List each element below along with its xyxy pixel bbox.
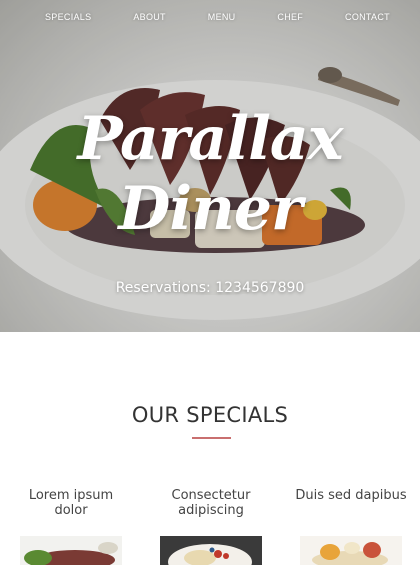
special-name: Consectetur adipiscing (171, 488, 251, 518)
nav-chef[interactable]: CHEF (277, 12, 303, 22)
nav-menu[interactable]: MENU (208, 12, 236, 22)
nav-contact[interactable]: CONTACT (345, 12, 390, 22)
nav-about[interactable]: ABOUT (133, 12, 166, 22)
reservations-text: Reservations: 1234567890 (115, 280, 305, 296)
special-photo (20, 536, 122, 565)
hero-title: Parallax Diner (77, 104, 343, 244)
top-nav: SPECIALS ABOUT MENU CHEF CONTACT (0, 0, 420, 34)
heading-underline (192, 437, 231, 439)
special-card[interactable]: Lorem ipsum dolor (11, 488, 131, 565)
special-photo (160, 536, 262, 565)
special-name: Lorem ipsum dolor (28, 488, 114, 518)
special-card[interactable]: Duis sed dapibus (291, 488, 411, 565)
specials-heading: OUR SPECIALS (131, 403, 289, 427)
special-card[interactable]: Consectetur adipiscing (151, 488, 271, 565)
nav-specials[interactable]: SPECIALS (45, 12, 91, 22)
special-photo (300, 536, 402, 565)
hero-banner: SPECIALS ABOUT MENU CHEF CONTACT Paralla… (0, 0, 420, 332)
special-name: Duis sed dapibus (295, 488, 407, 503)
